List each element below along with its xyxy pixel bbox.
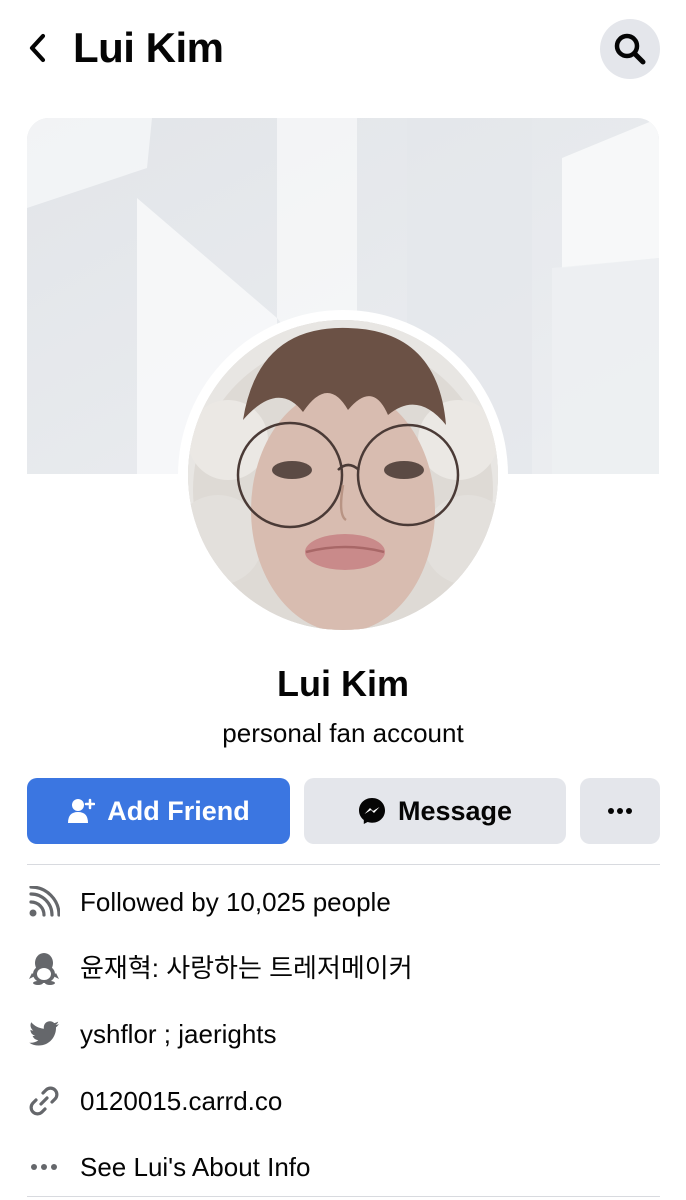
more-options-button[interactable]	[580, 778, 660, 844]
profile-name: Lui Kim	[277, 663, 409, 704]
top-bar: Lui Kim	[0, 0, 686, 100]
message-button[interactable]: Message	[304, 778, 566, 844]
chevron-left-icon	[29, 33, 46, 63]
rss-icon	[27, 885, 61, 919]
profile-bio: personal fan account	[222, 718, 464, 748]
info-row-about[interactable]: See Lui's About Info	[27, 1142, 660, 1192]
info-row-website[interactable]: 0120015.carrd.co	[27, 1076, 660, 1126]
link-icon	[27, 1084, 61, 1118]
website-link: 0120015.carrd.co	[80, 1086, 283, 1116]
search-button[interactable]	[600, 19, 660, 79]
back-button[interactable]	[22, 28, 52, 68]
more-dots-icon	[608, 808, 632, 814]
twitter-text: yshflor ; jaerights	[80, 1019, 277, 1049]
info-row-twitter[interactable]: yshflor ; jaerights	[27, 1009, 660, 1059]
message-label: Message	[397, 795, 513, 826]
info-row-qq[interactable]: 윤재혁: 사랑하는 트레저메이커	[27, 943, 660, 993]
add-friend-icon	[67, 797, 96, 825]
followers-text: Followed by 10,025 people	[80, 887, 391, 917]
divider	[27, 864, 660, 865]
info-row-followers: Followed by 10,025 people	[27, 877, 660, 927]
qq-penguin-icon	[27, 951, 61, 985]
add-friend-button[interactable]: Add Friend	[27, 778, 290, 844]
add-friend-label: Add Friend	[107, 795, 250, 826]
more-dots-icon	[27, 1150, 61, 1184]
search-icon	[614, 33, 646, 65]
avatar[interactable]	[188, 320, 498, 630]
divider	[27, 1196, 660, 1197]
messenger-icon	[358, 797, 386, 825]
about-info-link: See Lui's About Info	[80, 1152, 311, 1182]
twitter-icon	[27, 1017, 61, 1051]
page-title: Lui Kim	[73, 24, 224, 71]
qq-text: 윤재혁: 사랑하는 트레저메이커	[80, 953, 413, 983]
